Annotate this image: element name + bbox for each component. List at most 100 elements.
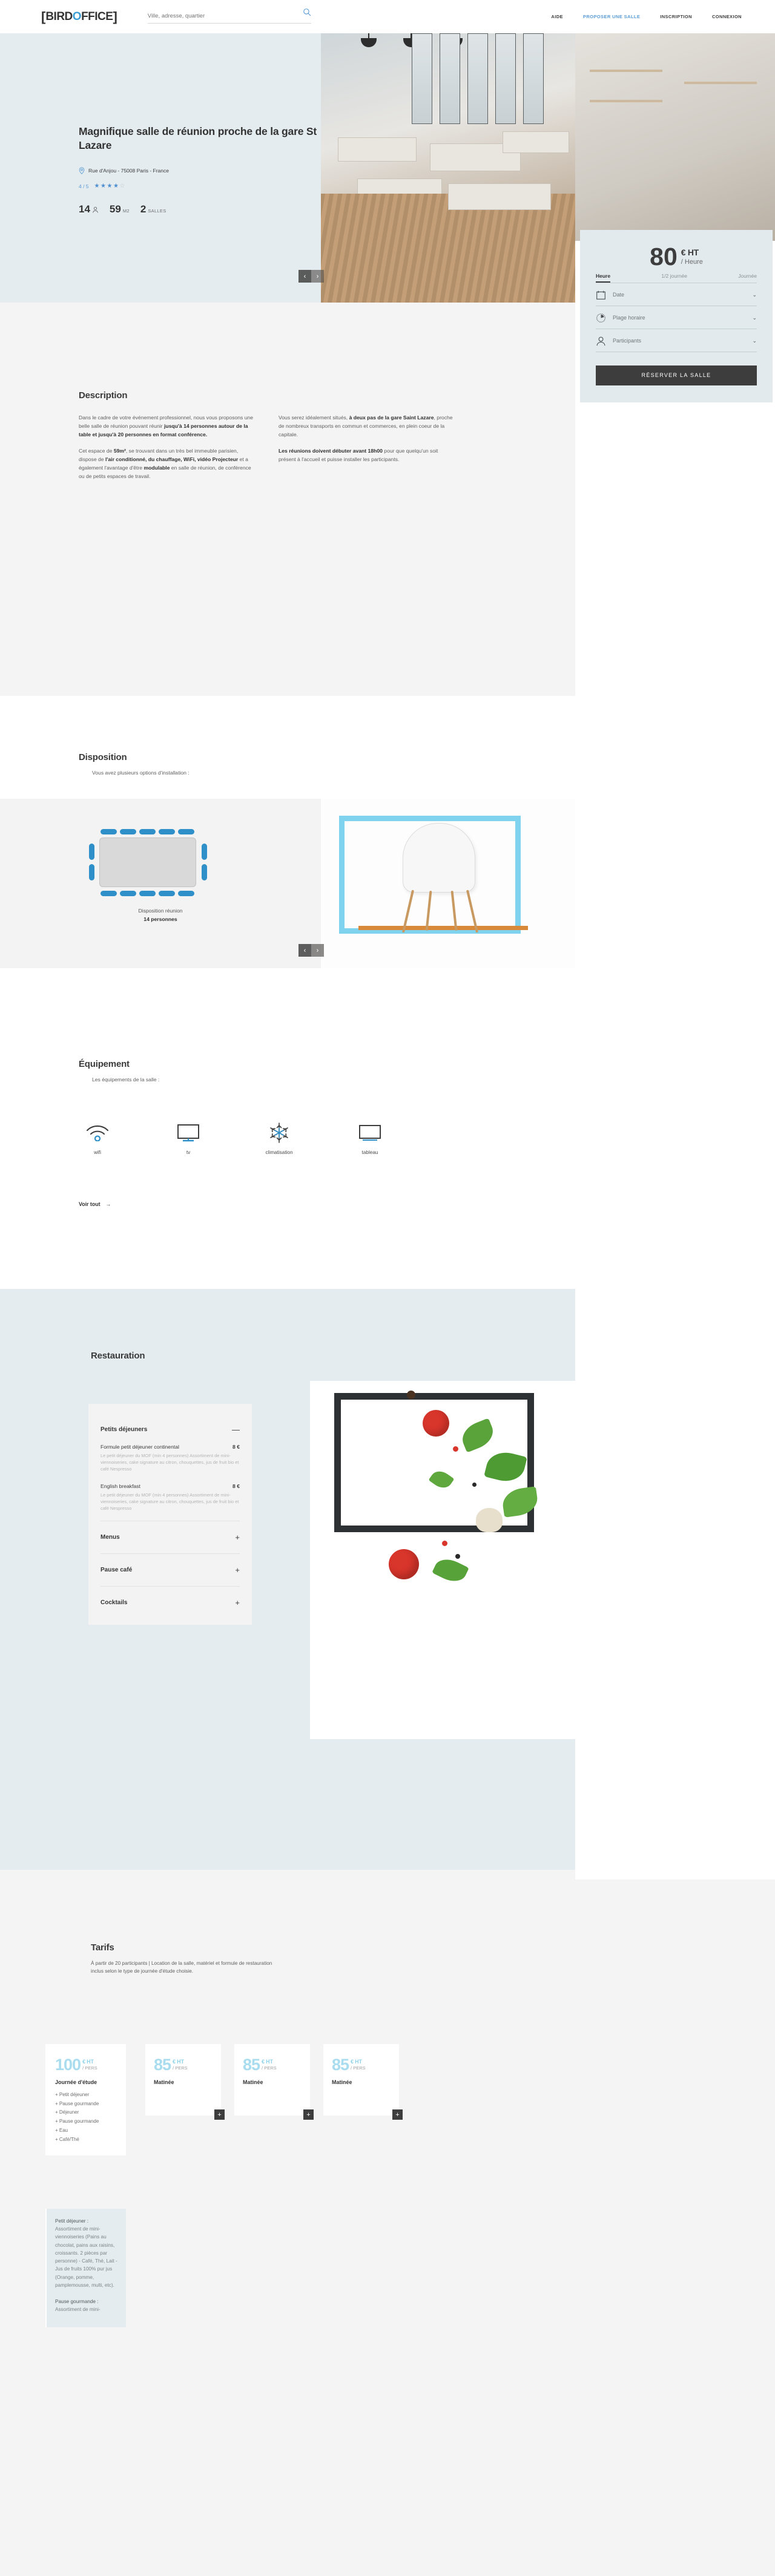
tarif-expand-button[interactable]: + [214, 2109, 225, 2120]
equipment-subtitle: Les équipements de la salle : [92, 1077, 160, 1083]
stat-rooms: 2 SALLES [140, 203, 167, 215]
tab-demi-journee[interactable]: 1/2 journée [661, 273, 687, 283]
tarif-card-matinee[interactable]: 85 € HT / PERS Matinée + [145, 2044, 225, 2120]
tarif-card-matinee[interactable]: 85 € HT / PERS Matinée + [234, 2044, 314, 2120]
equipment-label-tableau: tableau [361, 1150, 378, 1155]
nav-item-connexion[interactable]: CONNEXION [712, 14, 742, 19]
tarif-detail-text-2: Assortiment de mini- [55, 2307, 101, 2313]
equipment-item-climatisation: climatisation [260, 1121, 298, 1155]
disposition-photo[interactable] [321, 799, 575, 968]
accordion-header-petits-dejeuners[interactable]: Petits déjeuners — [101, 1426, 240, 1434]
equipment-label-tv: tv [186, 1150, 191, 1155]
tarif-price-per: / PERS [262, 2065, 277, 2071]
accordion-header-cocktails[interactable]: Cocktails + [101, 1599, 240, 1607]
tarif-card-item: + Café/Thé [55, 2136, 79, 2142]
restauration-accordion: Petits déjeuners — Formule petit déjeune… [88, 1404, 252, 1625]
accordion-item-cocktails: Cocktails + [101, 1587, 240, 1610]
tarif-card-item: + Déjeuner [55, 2109, 79, 2116]
restauration-photo [310, 1381, 575, 1739]
tarif-price-currency: € HT [351, 2059, 362, 2065]
seat-icon [89, 864, 94, 880]
hero-carousel-next-button[interactable]: › [311, 270, 324, 283]
stat-capacity: 14 [79, 203, 99, 215]
participants-field-label: Participants [613, 338, 642, 344]
tarif-card-items: + Petit déjeuner + Pause gourmande + Déj… [55, 2091, 116, 2145]
accordion-title-pause-cafe: Pause café [101, 1566, 133, 1573]
berry-icon [453, 1446, 458, 1452]
stat-rooms-value: 2 [140, 203, 147, 215]
snowflake-icon [260, 1121, 298, 1145]
restauration-title: Restauration [91, 1351, 145, 1361]
hero-image-primary[interactable] [321, 33, 575, 303]
calendar-icon [596, 290, 606, 300]
tarif-price-per: / PERS [173, 2065, 188, 2071]
tarif-card-matinee[interactable]: 85 € HT / PERS Matinée + [323, 2044, 403, 2120]
tarif-expand-button[interactable]: + [392, 2109, 403, 2120]
hero-stats: 14 59 M2 2 SALLES [79, 203, 167, 215]
tarif-price-currency: € HT [82, 2059, 94, 2065]
seat-icon [202, 864, 207, 880]
description-paragraph-2: Cet espace de 59m², se trouvant dans un … [79, 447, 251, 479]
tarif-card-title: Matinée [332, 2079, 352, 2085]
accordion-title-menus: Menus [101, 1533, 120, 1541]
hero-address-text: Rue d'Anjou - 75008 Paris - France [88, 168, 169, 174]
nav-item-inscription[interactable]: INSCRIPTION [660, 14, 692, 19]
accordion-header-pause-cafe[interactable]: Pause café + [101, 1566, 240, 1574]
description-paragraph-3: Vous serez idéalement situés, à deux pas… [279, 415, 453, 438]
participants-field[interactable]: Participants ⌄ [596, 329, 757, 352]
disposition-title: Disposition [79, 752, 127, 762]
tarif-card-journee-etude[interactable]: 100 € HT / PERS Journée d'étude + Petit … [45, 2044, 126, 2155]
main-nav: AIDE PROPOSER UNE SALLE INSCRIPTION CONN… [551, 14, 742, 19]
tab-journee[interactable]: Journée [738, 273, 757, 283]
logo[interactable]: [ BIRDOFFICE ] [41, 9, 117, 25]
disposition-carousel-next-button[interactable]: › [311, 944, 324, 957]
timeslot-field[interactable]: Plage horaire ⌄ [596, 306, 757, 329]
equipment-title: Équipement [79, 1059, 130, 1069]
plus-icon: + [235, 1598, 240, 1607]
stat-surface: 59 M2 [110, 203, 130, 215]
tarif-price-currency: € HT [173, 2059, 184, 2065]
tarif-detail-title-2: Pause gourmande : [55, 2299, 99, 2305]
tv-icon [170, 1121, 207, 1145]
search-input[interactable] [147, 13, 311, 19]
hero-address: Rue d'Anjou - 75008 Paris - France [79, 167, 169, 174]
date-field[interactable]: Date ⌄ [596, 283, 757, 306]
seat-icon [89, 844, 94, 860]
disposition-carousel-prev-button[interactable]: ‹ [298, 944, 311, 957]
nav-item-aide[interactable]: AIDE [551, 14, 563, 19]
peppercorn-icon [472, 1483, 477, 1487]
description-column-left: Dans le cadre de votre événement profess… [79, 414, 254, 488]
plus-icon: + [235, 1565, 240, 1575]
logo-o-letter: O [72, 10, 82, 23]
booking-price: 80 € HT / Heure [596, 244, 757, 269]
booking-panel: 80 € HT / Heure Heure 1/2 journée Journé… [580, 230, 773, 402]
chair-icon [403, 823, 475, 893]
logo-bracket-right: ] [113, 8, 117, 24]
menu-item-description: Le petit déjeuner du MOF (min 4 personne… [101, 1492, 239, 1511]
tab-heure[interactable]: Heure [596, 273, 611, 283]
seat-icon [159, 891, 175, 896]
search-container [147, 8, 311, 24]
menu-item-name: Formule petit déjeuner continental [101, 1444, 179, 1450]
nav-item-proposer-une-salle[interactable]: PROPOSER UNE SALLE [583, 14, 640, 19]
tarif-expand-button[interactable]: + [303, 2109, 314, 2120]
person-icon [92, 205, 99, 215]
tarif-price-value: 100 [55, 2056, 81, 2074]
see-all-equipment-link[interactable]: Voir tout → [79, 1201, 111, 1207]
arrow-right-icon: → [105, 1201, 111, 1207]
rosemary-icon [432, 1554, 469, 1587]
disposition-section: Disposition Vous avez plusieurs options … [79, 752, 190, 776]
tarif-price: 85 € HT / PERS [332, 2057, 391, 2073]
hero-carousel-prev-button[interactable]: ‹ [298, 270, 311, 283]
tarif-card-item: + Pause gourmande [55, 2100, 99, 2106]
tarifs-subtitle: À partir de 20 participants | Location d… [91, 1961, 272, 1975]
search-icon[interactable] [303, 8, 311, 16]
hero-image-secondary[interactable] [575, 33, 775, 241]
page-root: [ BIRDOFFICE ] AIDE PROPOSER UNE SALLE I… [0, 0, 775, 2576]
whiteboard-icon [351, 1121, 389, 1145]
tarif-detail-panel: Petit déjeuner : Assortiment de mini-vie… [45, 2209, 126, 2327]
tarif-price-per: / PERS [351, 2065, 366, 2071]
accordion-header-menus[interactable]: Menus + [101, 1533, 240, 1541]
seat-icon [159, 829, 175, 834]
reserve-room-button[interactable]: RÉSERVER LA SALLE [596, 365, 757, 385]
